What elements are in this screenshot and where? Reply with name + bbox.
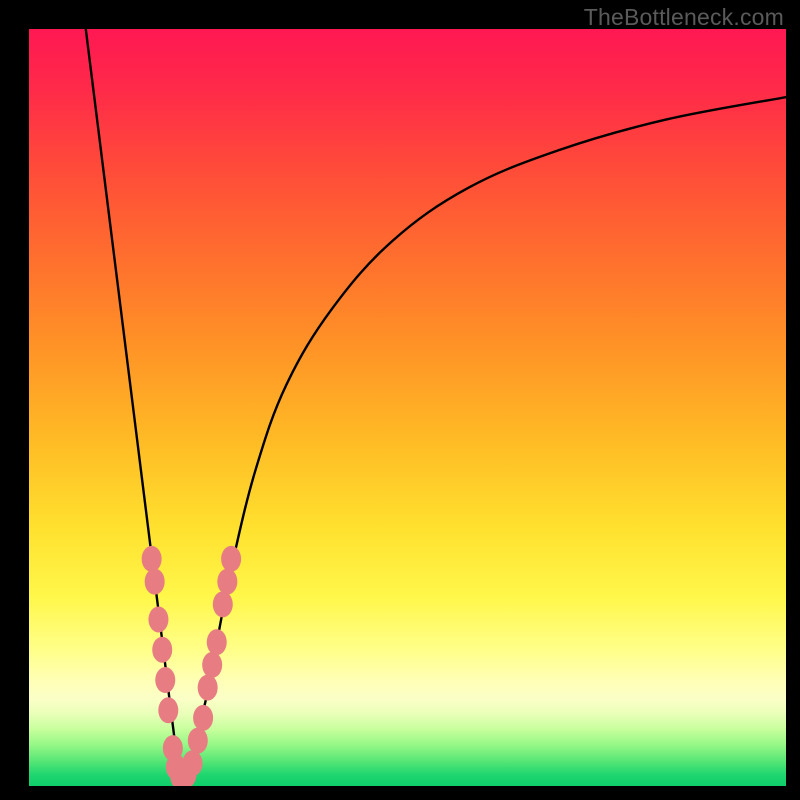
data-marker: [152, 637, 172, 663]
data-marker: [158, 697, 178, 723]
data-marker: [202, 652, 222, 678]
data-marker: [213, 591, 233, 617]
data-marker: [188, 728, 208, 754]
plot-area: [29, 29, 786, 786]
chart-frame: TheBottleneck.com: [0, 0, 800, 800]
data-marker: [198, 675, 218, 701]
data-marker: [217, 569, 237, 595]
data-marker: [155, 667, 175, 693]
watermark-text: TheBottleneck.com: [584, 4, 784, 31]
bottleneck-curve: [29, 29, 786, 786]
data-marker: [145, 569, 165, 595]
data-marker: [193, 705, 213, 731]
data-marker: [207, 629, 227, 655]
data-marker: [148, 606, 168, 632]
data-marker: [183, 750, 203, 776]
data-marker: [142, 546, 162, 572]
data-marker: [221, 546, 241, 572]
